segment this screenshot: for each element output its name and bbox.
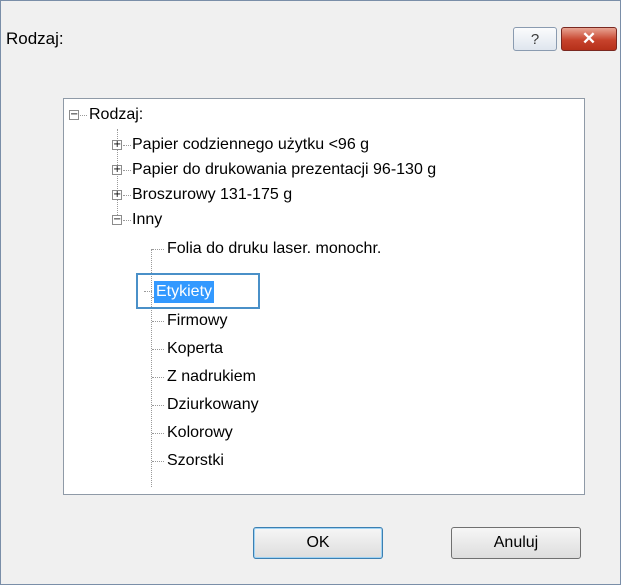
tree-item-papier-codziennego[interactable]: Papier codziennego użytku <96 g	[132, 133, 369, 157]
tree-connector	[152, 433, 164, 434]
tree-item-firmowy[interactable]: Firmowy	[167, 309, 227, 333]
tree-connector	[80, 115, 87, 116]
tree-item-papier-prezentacji[interactable]: Papier do drukowania prezentacji 96-130 …	[132, 158, 436, 182]
dialog-title: Rodzaj:	[6, 29, 64, 48]
tree-item-folia[interactable]: Folia do druku laser. monochr.	[167, 237, 381, 261]
tree-item-kolorowy[interactable]: Kolorowy	[167, 421, 233, 445]
tree-item-koperta[interactable]: Koperta	[167, 337, 223, 361]
tree-connector	[152, 249, 164, 250]
tree-item-z-nadrukiem[interactable]: Z nadrukiem	[167, 365, 256, 389]
tree-item-inny[interactable]: Inny	[132, 208, 162, 232]
tree-connector	[123, 170, 131, 171]
expand-icon[interactable]: +	[112, 140, 122, 150]
tree-connector	[123, 195, 131, 196]
close-button[interactable]: ✕	[561, 27, 617, 51]
tree-connector	[123, 220, 131, 221]
tree-root-label[interactable]: Rodzaj:	[89, 103, 143, 127]
tree-connector	[152, 405, 164, 406]
ok-button[interactable]: OK	[253, 527, 383, 559]
tree-connector	[152, 461, 164, 462]
question-icon: ?	[530, 30, 540, 48]
tree-connector	[152, 377, 164, 378]
help-button[interactable]: ?	[513, 27, 557, 51]
cancel-button[interactable]: Anuluj	[451, 527, 581, 559]
tree-connector	[144, 291, 152, 292]
tree-item-szorstki[interactable]: Szorstki	[167, 449, 224, 473]
close-icon: ✕	[581, 29, 597, 48]
selection-highlight: Etykiety	[136, 273, 260, 309]
tree-item-dziurkowany[interactable]: Dziurkowany	[167, 393, 259, 417]
expand-icon[interactable]: +	[112, 190, 122, 200]
tree-connector	[123, 145, 131, 146]
expand-icon[interactable]: +	[112, 165, 122, 175]
title-bar: Rodzaj: ? ✕	[1, 1, 620, 81]
collapse-icon[interactable]: −	[69, 110, 79, 120]
tree-item-broszurowy[interactable]: Broszurowy 131-175 g	[132, 183, 292, 207]
tree-connector	[152, 349, 164, 350]
collapse-icon[interactable]: −	[112, 215, 122, 225]
tree-item-etykiety-selected[interactable]: Etykiety	[154, 281, 215, 303]
dialog-window: Rodzaj: ? ✕ − Rodzaj: + Papier codzienne…	[0, 0, 621, 585]
paper-type-tree[interactable]: − Rodzaj: + Papier codziennego użytku <9…	[63, 98, 585, 495]
tree-connector	[152, 321, 164, 322]
